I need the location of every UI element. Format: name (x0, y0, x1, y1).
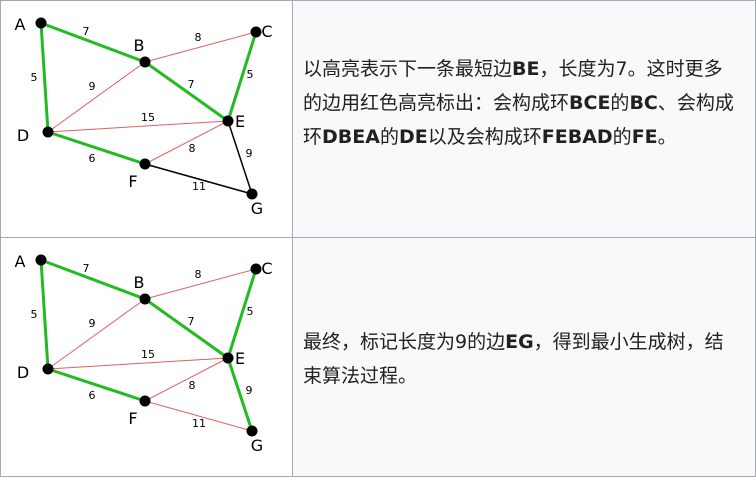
edge-d-e (47, 120, 229, 133)
step-row-2: 7 5 8 9 7 5 15 6 8 9 11 A B C D E F G 最终，标记长度为9的边EG，得到最小生… (1, 238, 755, 476)
node-label-c: C (261, 259, 272, 278)
edge-a-b (40, 21, 146, 64)
edge-weight-a-d: 5 (31, 308, 38, 321)
node-label-e: E (235, 349, 245, 368)
edge-d-e (47, 357, 229, 370)
node-d (42, 363, 54, 375)
edge-weight-a-b: 7 (83, 262, 90, 275)
edge-weight-d-f: 6 (89, 152, 96, 165)
edge-b-d (47, 61, 146, 133)
graph-diagram-2: 7 5 8 9 7 5 15 6 8 9 11 A B C D E F G (15, 252, 273, 455)
edge-b-d (47, 298, 146, 370)
edge-e-f (144, 120, 229, 165)
edge-weight-a-d: 5 (31, 71, 38, 84)
node-label-d: D (17, 126, 29, 145)
text-segment: 以及会构成环 (427, 126, 542, 148)
bold-segment: BCE (569, 92, 611, 114)
node-label-e: E (235, 112, 245, 131)
edge-weight-b-d: 9 (89, 317, 96, 330)
node-label-b: B (134, 273, 145, 292)
edge-weight-c-e: 5 (247, 68, 254, 81)
bold-segment: DBEA (322, 126, 380, 148)
node-b (139, 56, 151, 68)
edge-weight-b-d: 9 (89, 80, 96, 93)
bold-segment: FEBAD (541, 126, 613, 148)
node-label-d: D (17, 363, 29, 382)
node-label-g: G (251, 199, 263, 218)
text-segment: 的 (610, 92, 630, 114)
edge-b-e (144, 60, 229, 123)
edge-weight-b-c: 8 (195, 268, 202, 281)
edge-weight-d-e: 15 (141, 111, 155, 124)
text-segment: 。 (657, 126, 677, 148)
text-segment: 最终，标记长度为9的边 (303, 331, 506, 353)
text-segment: 的 (612, 126, 632, 148)
bold-segment: EG (505, 331, 534, 353)
edge-weight-c-e: 5 (247, 305, 254, 318)
node-label-a: A (15, 252, 26, 271)
node-d (42, 126, 54, 138)
graph-diagram-1: 7 5 8 9 7 5 15 6 8 9 11 A B C D E F G (15, 15, 273, 218)
edge-weight-e-g: 9 (246, 384, 253, 397)
edge-weight-d-e: 15 (141, 348, 155, 361)
bold-segment: BC (629, 92, 658, 114)
edge-weight-e-f: 8 (189, 142, 196, 155)
node-f (139, 395, 151, 407)
edge-weight-f-g: 11 (192, 180, 206, 193)
node-c (250, 263, 262, 275)
node-label-f: F (128, 172, 137, 191)
edge-a-d (39, 22, 50, 133)
graph-cell-1: 7 5 8 9 7 5 15 6 8 9 11 A B C D E F G (1, 1, 293, 237)
description-cell-1: 以高亮表示下一条最短边BE，长度为7。这时更多的边用红色高亮标出：会构成环BCE… (293, 1, 755, 237)
edge-weight-a-b: 7 (83, 25, 90, 38)
text-segment: 的 (379, 126, 399, 148)
edge-e-f (144, 357, 229, 402)
node-b (139, 293, 151, 305)
edge-weight-e-g: 9 (246, 147, 253, 160)
graph-cell-2: 7 5 8 9 7 5 15 6 8 9 11 A B C D E F G (1, 238, 293, 476)
bold-segment: FE (631, 126, 658, 148)
node-a (35, 254, 47, 266)
edge-b-e (144, 297, 229, 360)
edge-a-d (39, 259, 50, 370)
edge-weight-f-g: 11 (192, 417, 206, 430)
node-f (139, 158, 151, 170)
node-e (222, 352, 234, 364)
step-description-1: 以高亮表示下一条最短边BE，长度为7。这时更多的边用红色高亮标出：会构成环BCE… (303, 52, 741, 154)
bold-segment: BE (512, 58, 540, 80)
node-e (222, 115, 234, 127)
edge-weight-b-e: 7 (188, 78, 195, 91)
node-label-f: F (128, 409, 137, 428)
node-label-g: G (251, 436, 263, 455)
edge-a-b (40, 258, 146, 301)
edge-d-f (47, 367, 146, 403)
node-g (246, 425, 258, 437)
bold-segment: DE (398, 126, 428, 148)
node-label-a: A (15, 15, 26, 34)
step-description-2: 最终，标记长度为9的边EG，得到最小生成树，结束算法过程。 (303, 325, 741, 393)
description-cell-2: 最终，标记长度为9的边EG，得到最小生成树，结束算法过程。 (293, 238, 755, 476)
node-label-c: C (261, 22, 272, 41)
edge-weight-d-f: 6 (89, 389, 96, 402)
edge-weight-e-f: 8 (189, 379, 196, 392)
steps-table: 7 5 8 9 7 5 15 6 8 9 11 A B C D E F G 以高亮表示下一条最短边BE，长度为7。… (0, 0, 756, 477)
edge-d-f (47, 130, 146, 166)
edge-weight-b-c: 8 (195, 31, 202, 44)
node-label-b: B (134, 36, 145, 55)
step-row-1: 7 5 8 9 7 5 15 6 8 9 11 A B C D E F G 以高亮表示下一条最短边BE，长度为7。… (1, 1, 755, 238)
node-g (246, 188, 258, 200)
text-segment: 以高亮表示下一条最短边 (303, 58, 513, 80)
node-a (35, 17, 47, 29)
edge-weight-b-e: 7 (188, 315, 195, 328)
node-c (250, 26, 262, 38)
